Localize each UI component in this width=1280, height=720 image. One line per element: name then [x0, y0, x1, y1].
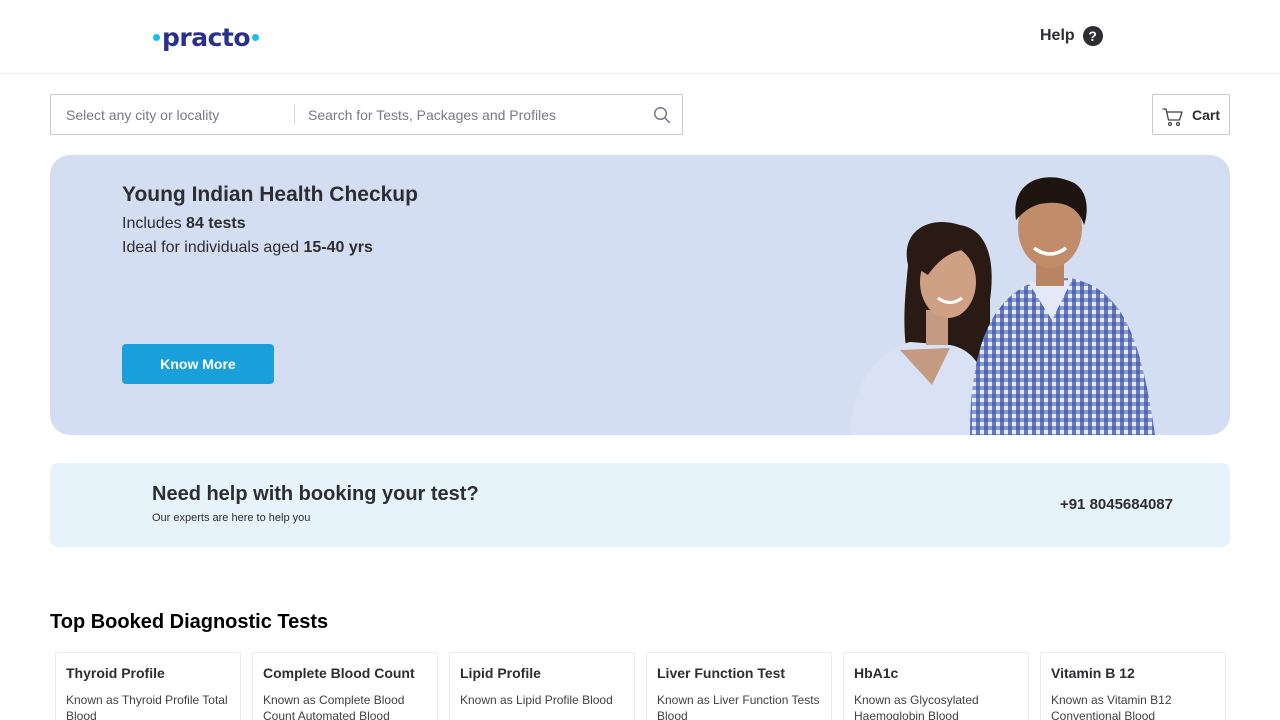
banner-tests-prefix: Includes	[122, 215, 187, 232]
test-card-title: Thyroid Profile	[66, 665, 165, 681]
cart-label: Cart	[1191, 106, 1220, 123]
test-card-hba1c[interactable]: HbA1c Known as Glycosylated Haemoglobin …	[843, 652, 1029, 720]
test-card-desc: Known as Complete Blood Count Automated …	[263, 693, 405, 720]
test-card-liver-function-test[interactable]: Liver Function Test Known as Liver Funct…	[646, 652, 832, 720]
test-card-thyroid-profile[interactable]: Thyroid Profile Known as Thyroid Profile…	[55, 652, 241, 720]
banner-age-line: Ideal for individuals aged 15-40 yrs	[122, 239, 373, 257]
test-card-title: Lipid Profile	[460, 665, 541, 681]
top-header: practo Help ?	[0, 0, 1280, 74]
logo-dot-right	[252, 33, 260, 41]
test-card-vitamin-b12[interactable]: Vitamin B 12 Known as Vitamin B12 Conven…	[1040, 652, 1226, 720]
help-label: Help	[1040, 27, 1075, 44]
banner-tests-line: Includes 84 tests	[122, 215, 246, 233]
test-card-lipid-profile[interactable]: Lipid Profile Known as Lipid Profile Blo…	[449, 652, 635, 720]
test-card-title: Complete Blood Count	[263, 665, 415, 681]
know-more-button[interactable]: Know More	[122, 344, 274, 384]
search-bar	[50, 94, 683, 135]
cart-button[interactable]: Cart	[1152, 94, 1230, 135]
top-booked-title: Top Booked Diagnostic Tests	[50, 611, 329, 633]
test-card-complete-blood-count[interactable]: Complete Blood Count Known as Complete B…	[252, 652, 438, 720]
banner-age-range: 15-40 yrs	[303, 239, 373, 256]
banner-title: Young Indian Health Checkup	[122, 183, 418, 206]
test-card-title: Liver Function Test	[657, 665, 786, 681]
couple-photo	[850, 177, 1155, 435]
booking-help-title: Need help with booking your test?	[152, 483, 479, 505]
test-cards-row: Thyroid Profile Known as Thyroid Profile…	[55, 652, 1226, 720]
banner-tests-count: 84 tests	[186, 215, 246, 232]
practo-logo[interactable]: practo	[153, 20, 260, 54]
logo-dot-left	[153, 33, 160, 41]
test-card-desc: Known as Vitamin B12 Conventional Blood	[1051, 693, 1172, 720]
test-card-title: HbA1c	[854, 665, 899, 681]
test-card-desc: Known as Liver Function Tests Blood	[657, 693, 820, 720]
cart-icon	[1162, 107, 1183, 126]
test-card-desc: Known as Glycosylated Haemoglobin Blood	[854, 693, 979, 720]
booking-help-subtitle: Our experts are here to help you	[152, 512, 311, 524]
search-icon[interactable]	[642, 95, 682, 134]
question-icon: ?	[1082, 26, 1103, 46]
hero-banner: Young Indian Health Checkup Includes 84 …	[50, 155, 1230, 435]
booking-help-strip: Need help with booking your test? Our ex…	[50, 463, 1230, 547]
test-card-title: Vitamin B 12	[1051, 665, 1135, 681]
city-search-input[interactable]	[51, 95, 294, 134]
test-card-desc: Known as Lipid Profile Blood	[460, 693, 613, 707]
help-link[interactable]: Help ?	[1040, 26, 1103, 46]
help-phone-number[interactable]: +91 8045684087	[1060, 496, 1173, 513]
test-card-desc: Known as Thyroid Profile Total Blood	[66, 693, 228, 720]
test-search-input[interactable]	[295, 95, 642, 134]
logo-text: practo	[162, 22, 251, 52]
banner-age-prefix: Ideal for individuals aged	[122, 239, 304, 256]
search-icon-glyph	[653, 106, 671, 123]
